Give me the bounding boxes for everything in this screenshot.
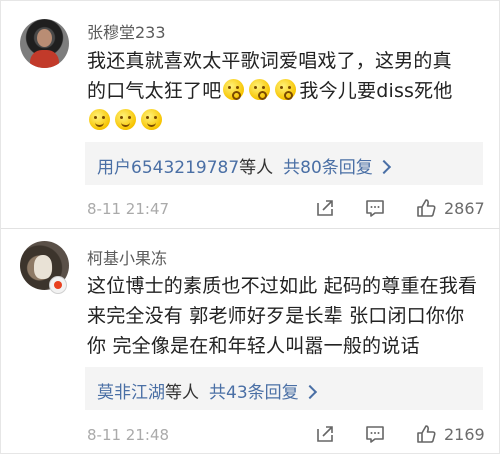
like-count: 2867 <box>444 199 485 218</box>
avatar-shirt <box>30 50 59 68</box>
reply-user-link[interactable]: 用户6543219787 <box>97 158 239 178</box>
comment-item: 张穆堂233 我还真就喜欢太平歌词爱唱戏了，这男的真 的口气太狂了吧 我今儿要di… <box>1 1 500 228</box>
username[interactable]: 柯基小果冻 <box>87 245 167 269</box>
reply-suffix: 等人 <box>239 158 274 178</box>
reply-summary-text: 用户6543219787等人 共80条回复 <box>97 153 391 178</box>
timestamp: 8-11 21:47 <box>87 200 170 218</box>
avatar[interactable] <box>20 19 69 68</box>
comment-text: 这位博士的素质也不过如此 起码的尊重在我看来完全没有 郭老师好歹是长辈 张口闭口… <box>87 275 478 357</box>
smile-emoji <box>115 109 136 130</box>
like-icon[interactable] <box>415 197 437 219</box>
comment-text: 我还真就喜欢太平歌词爱唱戏了，这男的真 的口气太狂了吧 我今儿要diss死他 <box>87 46 481 136</box>
like-icon[interactable] <box>415 423 437 445</box>
reply-summary[interactable]: 用户6543219787等人 共80条回复 <box>85 142 483 185</box>
reply-count-link[interactable]: 共43条回复 <box>209 383 299 403</box>
reply-user-link[interactable]: 莫非江湖 <box>97 383 165 403</box>
share-icon[interactable] <box>314 423 336 445</box>
share-icon[interactable] <box>314 197 336 219</box>
verified-badge-icon <box>49 276 67 294</box>
chevron-right-icon <box>302 384 317 400</box>
comment-icon[interactable] <box>364 423 386 445</box>
chevron-right-icon <box>376 159 391 175</box>
smile-emoji <box>89 109 110 130</box>
thinking-emoji <box>249 79 271 100</box>
avatar-dog <box>34 255 52 279</box>
comment-text-after-emojis: 我今儿要diss死他 <box>299 80 453 102</box>
comment-icon[interactable] <box>364 197 386 219</box>
reply-summary[interactable]: 莫非江湖等人 共43条回复 <box>85 367 483 410</box>
thinking-emoji <box>223 79 245 100</box>
reply-suffix: 等人 <box>165 383 199 403</box>
reply-summary-text: 莫非江湖等人 共43条回复 <box>97 378 317 403</box>
reply-count-link[interactable]: 共80条回复 <box>283 158 373 178</box>
username[interactable]: 张穆堂233 <box>87 19 166 43</box>
thinking-emoji <box>275 79 297 100</box>
timestamp: 8-11 21:48 <box>87 426 170 444</box>
comment-text-line1: 我还真就喜欢太平歌词爱唱戏了，这男的真 <box>87 50 452 72</box>
like-count: 2169 <box>444 425 485 444</box>
avatar-face <box>37 29 52 47</box>
comment-item: 柯基小果冻 这位博士的素质也不过如此 起码的尊重在我看来完全没有 郭老师好歹是长… <box>1 229 500 455</box>
smile-emoji <box>141 109 162 130</box>
comment-text-line2: 的口气太狂了吧 <box>87 80 222 102</box>
